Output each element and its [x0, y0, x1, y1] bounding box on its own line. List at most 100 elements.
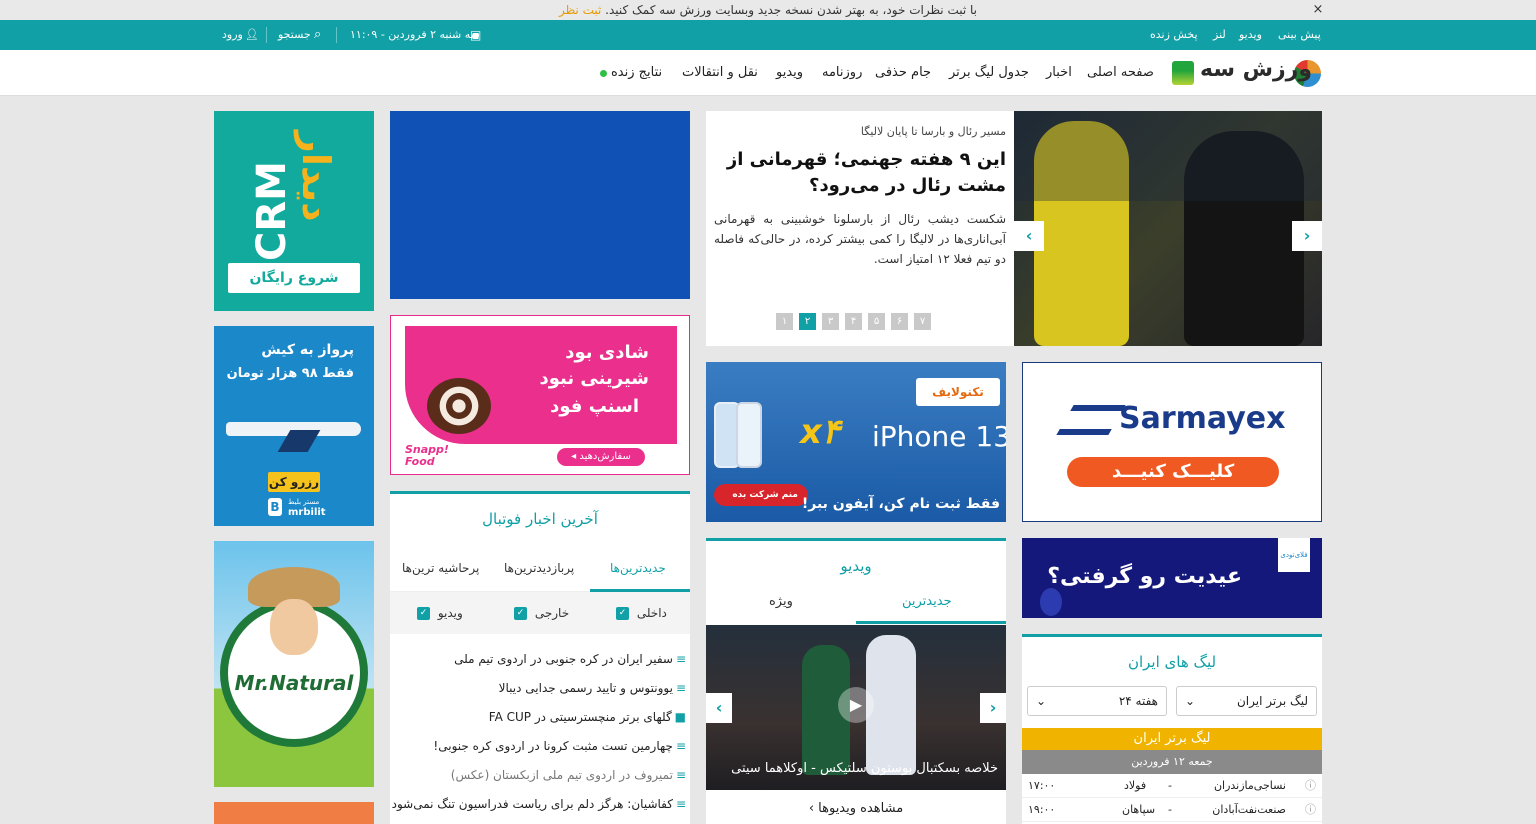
news-item[interactable]: ≡سفیر ایران در کره جنوبی در اردوی تیم مل…	[454, 652, 686, 666]
hero-next-arrow[interactable]: ›	[1292, 221, 1322, 251]
filter-domestic[interactable]: ✓ داخلی	[616, 606, 667, 620]
sarmayex-name: Sarmayex	[1119, 401, 1286, 436]
eid-brand-logo: فلای‌تودی	[1278, 538, 1310, 572]
info-icon[interactable]: ⓘ	[1305, 798, 1316, 822]
news-item[interactable]: ≡چهارمین تست مثبت کرونا در اردوی کره جنو…	[433, 739, 686, 753]
ad-blue-box[interactable]	[390, 111, 690, 299]
hero-image[interactable]	[1014, 111, 1322, 346]
main-nav: ورزش سه صفحه اصلی اخبار جدول لیگ برتر جا…	[0, 50, 1536, 96]
match-date: جمعه ۱۲ فروردین	[1022, 750, 1322, 774]
pager-dot[interactable]: ۲	[799, 313, 816, 330]
chevron-down-icon: ⌄	[1185, 694, 1196, 708]
video-next-arrow[interactable]: ›	[980, 693, 1006, 723]
iphone-join-button[interactable]: منم شرکت بده	[714, 484, 808, 506]
kish-line1: پرواز به کیش	[261, 342, 354, 358]
news-item[interactable]: ≡یوونتوس و تایید رسمی جدایی دیبالا	[499, 681, 686, 695]
logo-text: ورزش سه	[1200, 57, 1312, 82]
crm-word: CRM	[249, 161, 295, 261]
topbar-link-video[interactable]: ویدیو	[1239, 20, 1262, 50]
home-team: صنعت‌نفت‌آبادان	[1212, 803, 1286, 816]
match-row[interactable]: ⓘ صنعت‌نفت‌آبادان - سپاهان ۱۹:۰۰	[1022, 798, 1322, 822]
farmer-face	[270, 599, 318, 655]
video-prev-arrow[interactable]: ‹	[706, 693, 732, 723]
news-item[interactable]: ≡کفاشیان: هرگز دلم برای ریاست فدراسیون ت…	[392, 797, 686, 811]
sarmayex-click-button[interactable]: کلیـــک کنیـــد	[1067, 457, 1279, 487]
league-select[interactable]: لیگ برتر ایران ⌄	[1176, 686, 1317, 716]
leagues-title: لیگ های ایران	[1127, 653, 1217, 671]
match-time: ۱۷:۰۰	[1028, 779, 1056, 792]
hero-kicker[interactable]: مسیر رئال و بارسا تا پایان لالیگا	[714, 125, 1014, 138]
week-select[interactable]: هفته ۲۴ ⌄	[1027, 686, 1167, 716]
news-list-icon: ≡	[675, 797, 686, 811]
news-item[interactable]: ■گلهای برتر منچسترسیتی در FA CUP	[489, 710, 686, 724]
video-thumbnail[interactable]: ▶ خلاصه بسکتبال بوستون سلتیکس - اوکلاهما…	[706, 625, 1006, 790]
login-link[interactable]: ورود	[222, 20, 243, 50]
info-icon[interactable]: ⓘ	[1305, 774, 1316, 798]
tab-newest[interactable]: جدیدترین‌ها	[610, 561, 666, 575]
pager-dot[interactable]: ۳	[822, 313, 839, 330]
filter-domestic-label: داخلی	[636, 606, 667, 620]
video-caption: خلاصه بسکتبال بوستون سلتیکس - اوکلاهما س…	[731, 761, 998, 776]
pager-dot[interactable]: ۵	[868, 313, 885, 330]
tab-controversial[interactable]: پرحاشیه ترین‌ها	[402, 561, 479, 575]
nav-news[interactable]: اخبار	[1046, 50, 1072, 96]
egg-icon	[1040, 588, 1062, 616]
play-icon[interactable]: ▶	[838, 687, 874, 723]
close-icon[interactable]: ×	[1311, 0, 1325, 20]
divider	[266, 27, 267, 43]
tab-video-special[interactable]: ویژه	[769, 594, 793, 609]
crm-start-button[interactable]: شروع رایگان	[228, 263, 360, 293]
video-camera-icon: ■	[674, 710, 686, 724]
pager-dot[interactable]: ۶	[891, 313, 908, 330]
search-icon[interactable]: ⌕	[314, 20, 321, 50]
snapp-line2: شیرینی نبود	[539, 368, 649, 389]
nav-video[interactable]: ویدیو	[776, 50, 803, 96]
video-title: ویدیو	[840, 557, 872, 575]
league-banner: لیگ برتر ایران	[1022, 728, 1322, 750]
ad-mr-natural[interactable]: Mr.Natural	[214, 541, 374, 787]
hero-title[interactable]: این ۹ هفته جهنمی؛ قهرمانی از مشت رئال در…	[714, 147, 1014, 199]
natural-text: Mr.Natural	[234, 671, 354, 695]
nav-home[interactable]: صفحه اصلی	[1087, 50, 1154, 96]
ad-eid[interactable]: فلای‌تودی عیدیت رو گرفتی؟	[1022, 538, 1322, 618]
video-tab-underline	[856, 621, 1006, 624]
nav-live-results[interactable]: نتایج زنده	[611, 50, 662, 96]
filter-video[interactable]: ✓ ویدیو	[417, 606, 463, 620]
ad-sarmayex[interactable]: Sarmayex کلیـــک کنیـــد	[1022, 362, 1322, 522]
snapp-brand: Snapp! Food	[405, 443, 449, 468]
league-select-value: لیگ برتر ایران	[1236, 694, 1308, 708]
sarmayex-logo-icon	[1056, 405, 1126, 435]
news-item[interactable]: ≡تمیروف در اردوی تیم ملی ازبکستان (عکس)	[451, 768, 686, 782]
ad-kish[interactable]: پرواز به کیش فقط ۹۸ هزار تومان رزرو کن B…	[214, 326, 374, 526]
check-icon: ✓	[417, 607, 430, 620]
nav-cup[interactable]: جام حذفی	[875, 50, 931, 96]
snapp-order-button[interactable]: سفارش‌دهید ◂	[557, 448, 645, 466]
feedback-link[interactable]: ثبت نظر	[559, 3, 601, 17]
pager-dot[interactable]: ۱	[776, 313, 793, 330]
nav-transfers[interactable]: نقل و انتقالات	[682, 50, 758, 96]
search-link[interactable]: جستجو	[278, 20, 311, 50]
match-row[interactable]: ⓘ نساجی‌مازندران - فولاد ۱۷:۰۰	[1022, 774, 1322, 798]
nav-league-table[interactable]: جدول لیگ برتر	[949, 50, 1029, 96]
tab-most-viewed[interactable]: پربازدیدترین‌ها	[504, 561, 574, 575]
ad-snappfood[interactable]: شادی بود شیرینی نبود اسنپ فود سفارش‌دهید…	[390, 315, 690, 475]
kish-book-button[interactable]: رزرو کن	[268, 472, 320, 492]
ad-partial[interactable]	[214, 802, 374, 824]
topbar-link-prediction[interactable]: پیش بینی	[1278, 20, 1321, 50]
news-title: سفیر ایران در کره جنوبی در اردوی تیم ملی	[454, 652, 673, 666]
hero-prev-arrow[interactable]: ‹	[1014, 221, 1044, 251]
topbar-link-live[interactable]: پخش زنده	[1150, 20, 1198, 50]
news-list-icon: ≡	[675, 681, 686, 695]
topbar-link-lens[interactable]: لنز	[1213, 20, 1226, 50]
nav-newspaper[interactable]: روزنامه	[822, 50, 862, 96]
filter-foreign-label: خارجی	[534, 606, 570, 620]
pager-dot[interactable]: ۷	[914, 313, 931, 330]
notice-text: با ثبت نظرات خود، به بهتر شدن نسخه جدید …	[605, 3, 978, 17]
filter-foreign[interactable]: ✓ خارجی	[514, 606, 569, 620]
ad-crm[interactable]: CRM دیدار شروع رایگان	[214, 111, 374, 311]
more-videos-link[interactable]: مشاهده ویدیوها ›	[706, 801, 1006, 816]
pager-dot[interactable]: ۴	[845, 313, 862, 330]
site-logo[interactable]: ورزش سه	[1172, 57, 1322, 88]
ad-iphone[interactable]: تکنولایف iPhone 13 x۴ منم شرکت بده فقط ث…	[706, 362, 1006, 522]
tab-video-newest[interactable]: جدیدترین	[902, 594, 952, 609]
